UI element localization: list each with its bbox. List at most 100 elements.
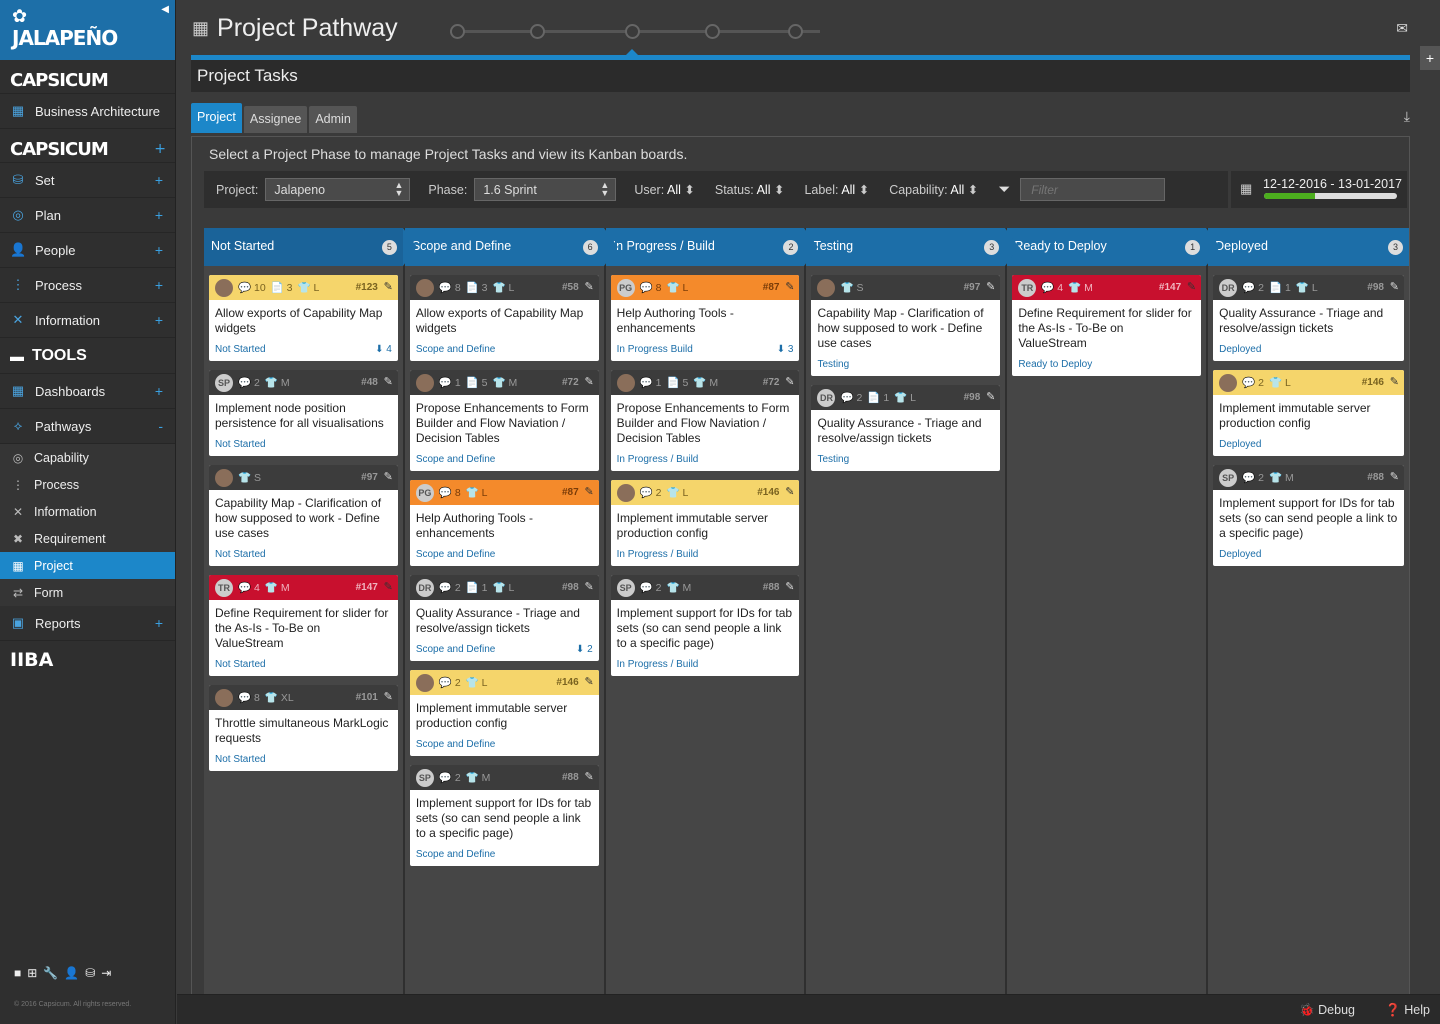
task-card[interactable]: PG 💬 8 👕 L #87 ✎ Help Authoring Tools - enhan… bbox=[610, 275, 800, 361]
add-window-icon[interactable]: ⊞ bbox=[27, 966, 43, 980]
tab-project[interactable]: Project bbox=[191, 103, 242, 133]
minus-icon[interactable]: - bbox=[158, 418, 163, 434]
filter-funnel-icon[interactable]: ⏷ bbox=[998, 181, 1010, 198]
sub-capability[interactable]: ◎ Capability bbox=[0, 444, 175, 471]
edit-pencil-icon[interactable]: ✎ bbox=[1390, 375, 1399, 388]
pathway-step-3[interactable] bbox=[625, 24, 640, 39]
sub-requirement[interactable]: ✖ Requirement bbox=[0, 525, 175, 552]
pathway-step-1[interactable] bbox=[450, 24, 465, 39]
edit-pencil-icon[interactable]: ✎ bbox=[584, 770, 593, 783]
phase-select[interactable]: 1.6 Sprint ▲ ▼ bbox=[474, 178, 617, 201]
column-header[interactable]: Scope and Define 6 bbox=[404, 228, 618, 266]
task-card[interactable]: 💬 8 📄 3 👕 L #58 ✎ Allow exports of Capability… bbox=[409, 275, 599, 361]
sub-project[interactable]: ▦ Project bbox=[0, 552, 175, 579]
edit-pencil-icon[interactable]: ✎ bbox=[384, 580, 393, 593]
edit-pencil-icon[interactable]: ✎ bbox=[384, 375, 393, 388]
debug-button[interactable]: 🐞 Debug bbox=[1299, 1003, 1355, 1018]
edit-pencil-icon[interactable]: ✎ bbox=[986, 390, 995, 403]
tab-assignee[interactable]: Assignee bbox=[243, 106, 308, 133]
capsicum-brand-2[interactable]: CAPSICUM + bbox=[0, 129, 175, 163]
move-down-indicator[interactable]: ⬇ 3 bbox=[777, 344, 794, 355]
edit-pencil-icon[interactable]: ✎ bbox=[785, 580, 794, 593]
edit-pencil-icon[interactable]: ✎ bbox=[1187, 280, 1196, 293]
edit-pencil-icon[interactable]: ✎ bbox=[584, 485, 593, 498]
column-header[interactable]: Testing 3 bbox=[806, 228, 1020, 266]
edit-pencil-icon[interactable]: ✎ bbox=[986, 280, 995, 293]
task-card[interactable]: DR 💬 2 📄 1 👕 L #98 ✎ Quality Assurance - Triag… bbox=[811, 385, 1001, 471]
plus-icon[interactable]: + bbox=[155, 383, 163, 399]
user-dropdown[interactable]: User: All ⬍ bbox=[634, 182, 695, 197]
column-header[interactable]: Not Started 5 bbox=[204, 228, 417, 266]
wrench-icon[interactable]: 🔧 bbox=[43, 966, 64, 980]
plus-icon[interactable]: + bbox=[155, 615, 163, 631]
task-card[interactable]: 💬 1 📄 5 👕 M #72 ✎ Propose Enhancements to For… bbox=[409, 370, 599, 471]
task-card[interactable]: SP 💬 2 👕 M #88 ✎ Implement support for IDs fo… bbox=[610, 575, 800, 676]
column-header[interactable]: Ready to Deploy 1 bbox=[1007, 228, 1221, 266]
pathway-step-5[interactable] bbox=[788, 24, 803, 39]
task-card[interactable]: SP 💬 2 👕 M #88 ✎ Implement support for IDs fo… bbox=[1213, 465, 1404, 566]
task-card[interactable]: 💬 2 👕 L #146 ✎ Implement immutable server pr… bbox=[409, 670, 599, 756]
plus-icon[interactable]: + bbox=[155, 207, 163, 223]
help-button[interactable]: ❓ Help bbox=[1385, 1003, 1430, 1018]
nav-plan[interactable]: ◎ Plan + bbox=[0, 198, 175, 233]
add-panel-button[interactable]: + bbox=[1420, 46, 1440, 70]
nav-dashboards[interactable]: ▦ Dashboards + bbox=[0, 374, 175, 409]
edit-pencil-icon[interactable]: ✎ bbox=[384, 690, 393, 703]
nav-pathways[interactable]: ⟡ Pathways - bbox=[0, 409, 175, 444]
column-header[interactable]: In Progress / Build 2 bbox=[605, 228, 819, 266]
column-header[interactable]: Deployed 3 bbox=[1208, 228, 1409, 266]
task-card[interactable]: 👕 S #97 ✎ Capability Map - Clarification of… bbox=[811, 275, 1001, 376]
edit-pencil-icon[interactable]: ✎ bbox=[1390, 470, 1399, 483]
task-card[interactable]: 💬 8 👕 XL #101 ✎ Throttle simultaneous MarkLo… bbox=[209, 685, 398, 771]
database-icon[interactable]: ⛁ bbox=[85, 966, 101, 980]
task-card[interactable]: 👕 S #97 ✎ Capability Map - Clarification of… bbox=[209, 465, 398, 566]
status-dropdown[interactable]: Status: All ⬍ bbox=[715, 182, 785, 197]
sub-process[interactable]: ⋮ Process bbox=[0, 471, 175, 498]
move-down-indicator[interactable]: ⬇ 4 bbox=[375, 344, 392, 355]
edit-pencil-icon[interactable]: ✎ bbox=[785, 375, 794, 388]
edit-pencil-icon[interactable]: ✎ bbox=[1390, 280, 1399, 293]
task-card[interactable]: SP 💬 2 👕 M #48 ✎ Implement node position pers… bbox=[209, 370, 398, 456]
task-card[interactable]: TR 💬 4 👕 M #147 ✎ Define Requirement for slid… bbox=[1012, 275, 1202, 376]
edit-pencil-icon[interactable]: ✎ bbox=[584, 675, 593, 688]
nav-reports[interactable]: ▣ Reports + bbox=[0, 606, 175, 641]
download-icon[interactable]: ⤓ bbox=[1404, 108, 1410, 125]
task-card[interactable]: 💬 1 📄 5 👕 M #72 ✎ Propose Enhancements to For… bbox=[610, 370, 800, 471]
jalapeno-logo[interactable]: ✿ JALAPEÑO ◀ bbox=[0, 0, 175, 60]
plus-icon[interactable]: + bbox=[154, 141, 166, 157]
move-down-indicator[interactable]: ⬇ 2 bbox=[576, 644, 593, 655]
edit-pencil-icon[interactable]: ✎ bbox=[384, 470, 393, 483]
logout-icon[interactable]: ⇥ bbox=[101, 966, 117, 980]
tab-admin[interactable]: Admin bbox=[309, 106, 357, 133]
plus-icon[interactable]: + bbox=[155, 242, 163, 258]
edit-pencil-icon[interactable]: ✎ bbox=[785, 280, 794, 293]
nav-set[interactable]: ⛁ Set + bbox=[0, 163, 175, 198]
edit-pencil-icon[interactable]: ✎ bbox=[584, 280, 593, 293]
edit-pencil-icon[interactable]: ✎ bbox=[584, 580, 593, 593]
sub-form[interactable]: ⇄ Form bbox=[0, 579, 175, 606]
plus-icon[interactable]: + bbox=[155, 277, 163, 293]
task-card[interactable]: DR 💬 2 📄 1 👕 L #98 ✎ Quality Assurance - Triag… bbox=[1213, 275, 1404, 361]
edit-pencil-icon[interactable]: ✎ bbox=[384, 280, 393, 293]
pathway-step-2[interactable] bbox=[530, 24, 545, 39]
project-select[interactable]: Jalapeno ▲ ▼ bbox=[265, 178, 411, 201]
task-card[interactable]: 💬 2 👕 L #146 ✎ Implement immutable server pr… bbox=[1213, 370, 1404, 456]
pathway-step-4[interactable] bbox=[705, 24, 720, 39]
edit-pencil-icon[interactable]: ✎ bbox=[785, 485, 794, 498]
task-card[interactable]: TR 💬 4 👕 M #147 ✎ Define Requirement for slid… bbox=[209, 575, 398, 676]
edit-pencil-icon[interactable]: ✎ bbox=[584, 375, 593, 388]
task-card[interactable]: DR 💬 2 📄 1 👕 L #98 ✎ Quality Assurance - Triag… bbox=[409, 575, 599, 661]
filter-input[interactable] bbox=[1020, 178, 1166, 201]
nav-people[interactable]: 👤 People + bbox=[0, 233, 175, 268]
collapse-sidebar-icon[interactable]: ◀ bbox=[161, 4, 169, 15]
task-card[interactable]: PG 💬 8 👕 L #87 ✎ Help Authoring Tools - enhan… bbox=[409, 480, 599, 566]
mail-icon[interactable]: ✉ bbox=[1396, 20, 1408, 37]
sub-information[interactable]: ✕ Information bbox=[0, 498, 175, 525]
user-icon[interactable]: 👤 bbox=[64, 966, 85, 980]
layout-icon[interactable]: ■ bbox=[14, 966, 27, 980]
task-card[interactable]: 💬 2 👕 L #146 ✎ Implement immutable server pr… bbox=[610, 480, 800, 566]
label-dropdown[interactable]: Label: All ⬍ bbox=[804, 182, 869, 197]
capability-dropdown[interactable]: Capability: All ⬍ bbox=[889, 182, 978, 197]
task-card[interactable]: SP 💬 2 👕 M #88 ✎ Implement support for IDs fo… bbox=[409, 765, 599, 866]
plus-icon[interactable]: + bbox=[155, 172, 163, 188]
